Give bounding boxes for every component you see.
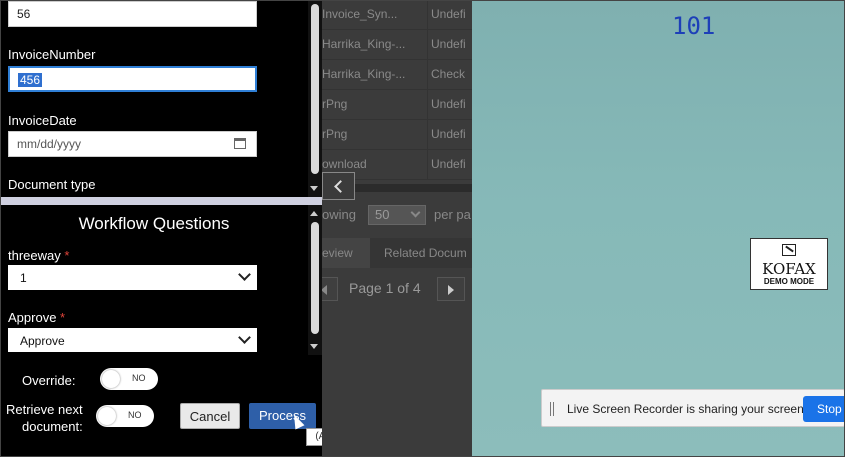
approve-selected-value: Approve xyxy=(20,334,65,348)
doc-name-cell: Harrika_King-... xyxy=(322,67,406,81)
threeway-select[interactable]: 1 xyxy=(8,265,257,290)
kofax-logo-icon xyxy=(782,244,796,256)
prev-page-button[interactable] xyxy=(322,277,338,301)
kofax-demo-watermark: KOFAX DEMO MODE xyxy=(750,238,828,290)
threeway-label-text: threeway xyxy=(8,248,61,263)
override-label: Override: xyxy=(22,373,76,388)
page-size-select[interactable]: 50 xyxy=(368,205,426,225)
scroll-down-arrow-icon[interactable] xyxy=(310,344,318,349)
doc-status-cell: Undefi xyxy=(431,37,466,51)
collapse-panel-button[interactable] xyxy=(322,172,355,200)
tab-review[interactable]: eview xyxy=(322,238,370,268)
workflow-scrollbar-thumb[interactable] xyxy=(311,222,319,334)
override-toggle-text: NO xyxy=(132,373,146,383)
table-row[interactable]: Harrika_King-... Check xyxy=(322,60,472,90)
showing-label: owing xyxy=(322,207,356,222)
top-field-input[interactable]: 56 xyxy=(8,1,257,27)
toggle-knob xyxy=(102,370,120,388)
doc-status-cell: Check xyxy=(431,67,466,81)
kofax-watermark-mode: DEMO MODE xyxy=(763,277,815,286)
kofax-watermark-name: KOFAX xyxy=(762,260,816,278)
retrieve-next-toggle-text: NO xyxy=(128,410,142,420)
invoice-date-input[interactable]: mm/dd/yyyy xyxy=(8,131,257,157)
threeway-selected-value: 1 xyxy=(20,271,27,285)
scroll-down-arrow-icon[interactable] xyxy=(310,186,318,191)
table-row[interactable]: Invoice_Syn... Undefi xyxy=(322,0,472,30)
workflow-questions-title: Workflow Questions xyxy=(78,214,230,233)
override-toggle[interactable]: NO xyxy=(100,368,158,390)
page-size-value: 50 xyxy=(375,207,390,222)
retrieve-next-toggle[interactable]: NO xyxy=(96,405,154,427)
top-field-value: 56 xyxy=(17,7,31,21)
chevron-down-icon xyxy=(238,268,251,281)
screen-share-notification: Live Screen Recorder is sharing your scr… xyxy=(541,389,845,427)
index-form-panel: 56 InvoiceNumber 456 InvoiceDate mm/dd/y… xyxy=(0,0,360,457)
doc-status-cell: Undefi xyxy=(431,97,466,111)
doc-name-cell: ownload xyxy=(322,157,367,171)
chevron-left-icon xyxy=(334,180,347,193)
pagination-label: Page 1 of 4 xyxy=(349,280,421,296)
doc-status-cell: Undefi xyxy=(431,127,466,141)
required-marker: * xyxy=(64,248,70,263)
chevron-down-icon xyxy=(410,207,421,218)
table-row[interactable]: rPng Undefi xyxy=(322,90,472,120)
approve-select[interactable]: Approve xyxy=(8,328,257,352)
required-marker: * xyxy=(60,310,66,325)
drag-handle-icon[interactable] xyxy=(550,402,554,416)
document-page-number: 101 xyxy=(672,12,716,40)
per-page-label: per pa xyxy=(434,207,471,222)
next-arrow-icon xyxy=(448,285,454,295)
threeway-label: threeway * xyxy=(8,248,69,263)
approve-label: Approve * xyxy=(8,310,65,325)
screen-share-message: Live Screen Recorder is sharing your scr… xyxy=(567,402,808,416)
panel-splitter[interactable] xyxy=(0,197,322,205)
approve-label-text: Approve xyxy=(8,310,57,325)
document-list-panel: Invoice_Syn... Undefi Harrika_King-... U… xyxy=(322,0,472,457)
invoice-number-label: InvoiceNumber xyxy=(8,47,96,62)
retrieve-next-label-line1: Retrieve next xyxy=(6,402,83,417)
scroll-up-arrow-icon[interactable] xyxy=(310,211,318,216)
tab-related-documents[interactable]: Related Docum xyxy=(384,246,467,260)
process-button[interactable]: Process xyxy=(249,403,316,429)
invoice-number-input[interactable]: 456 xyxy=(8,66,257,92)
stop-sharing-button[interactable]: Stop xyxy=(803,396,845,422)
table-row[interactable]: Harrika_King-... Undefi xyxy=(322,30,472,60)
doc-status-cell: Undefi xyxy=(431,157,466,171)
invoice-date-placeholder: mm/dd/yyyy xyxy=(17,137,82,151)
calendar-icon[interactable] xyxy=(234,138,246,149)
doc-status-cell: Undefi xyxy=(431,7,466,21)
chevron-down-icon xyxy=(238,331,251,344)
prev-arrow-icon xyxy=(322,285,327,295)
next-page-button[interactable] xyxy=(437,277,465,301)
retrieve-next-label-line2: document: xyxy=(22,419,83,434)
doc-name-cell: Harrika_King-... xyxy=(322,37,406,51)
cancel-button[interactable]: Cancel xyxy=(180,403,240,429)
toggle-knob xyxy=(98,407,116,425)
doc-name-cell: rPng xyxy=(322,97,348,111)
invoice-date-label: InvoiceDate xyxy=(8,113,77,128)
doc-name-cell: rPng xyxy=(322,127,348,141)
form-scrollbar-thumb[interactable] xyxy=(311,4,319,174)
doc-name-cell: Invoice_Syn... xyxy=(322,7,398,21)
preview-tabs: eview Related Docum xyxy=(322,238,472,268)
invoice-number-value: 456 xyxy=(18,73,43,87)
document-type-label: Document type xyxy=(8,177,96,192)
table-row[interactable]: rPng Undefi xyxy=(322,120,472,150)
